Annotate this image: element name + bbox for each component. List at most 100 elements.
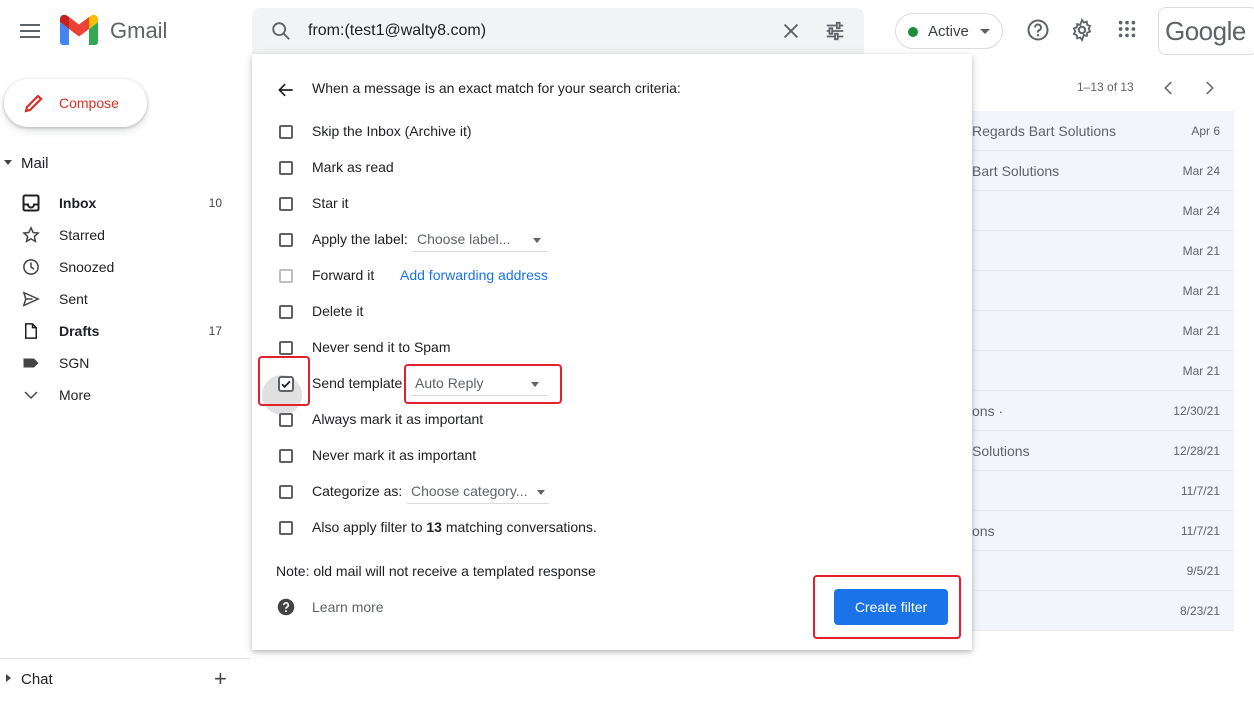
also-apply-prefix: Also apply filter to xyxy=(312,519,427,535)
checkbox[interactable] xyxy=(279,449,293,463)
option-forward[interactable]: Forward it Add forwarding address xyxy=(276,264,936,288)
search-options-icon[interactable] xyxy=(824,20,846,42)
option-delete[interactable]: Delete it xyxy=(276,300,936,324)
sidebar-item-label: More xyxy=(59,387,91,403)
checkbox[interactable] xyxy=(279,521,293,535)
chevron-right-icon[interactable] xyxy=(1200,79,1218,97)
checkbox[interactable] xyxy=(279,161,293,175)
email-row[interactable]: Bart Solutions Mar 24 xyxy=(972,151,1234,191)
chat-section-toggle[interactable]: Chat xyxy=(0,671,60,691)
filter-note: Note: old mail will not receive a templa… xyxy=(276,563,596,579)
filter-dialog-title: When a message is an exact match for you… xyxy=(312,80,681,96)
mail-section-label: Mail xyxy=(21,155,49,172)
sidebar-item-drafts[interactable]: Drafts 17 xyxy=(0,315,240,347)
gmail-logo-icon xyxy=(60,15,98,45)
option-label: Star it xyxy=(312,195,349,211)
option-also-apply[interactable]: Also apply filter to 13 matching convers… xyxy=(276,516,936,540)
close-icon[interactable] xyxy=(780,20,802,42)
checkbox[interactable] xyxy=(279,233,293,247)
option-label: Delete it xyxy=(312,303,364,319)
option-mark-read[interactable]: Mark as read xyxy=(276,156,936,180)
status-button[interactable]: Active xyxy=(895,13,1003,49)
option-label: Send template xyxy=(312,375,403,391)
email-row[interactable]: Mar 21 xyxy=(972,231,1234,271)
status-dot xyxy=(908,27,918,37)
option-star[interactable]: Star it xyxy=(276,192,936,216)
email-date: 11/7/21 xyxy=(1180,484,1220,498)
divider xyxy=(0,658,250,659)
checkbox[interactable] xyxy=(279,341,293,355)
sidebar-item-sgn[interactable]: SGN xyxy=(0,347,240,379)
sidebar-item-sent[interactable]: Sent xyxy=(0,283,240,315)
category-select[interactable]: Choose category... xyxy=(407,480,549,504)
chevron-down-icon xyxy=(24,391,38,400)
email-date: 8/23/21 xyxy=(1179,604,1220,618)
pencil-icon xyxy=(24,94,43,113)
option-label: Mark as read xyxy=(312,159,394,175)
mail-section-toggle[interactable]: Mail xyxy=(0,155,60,175)
main-menu-icon[interactable] xyxy=(18,20,42,44)
email-date: Apr 6 xyxy=(1191,124,1220,138)
option-never-important[interactable]: Never mark it as important xyxy=(276,444,936,468)
option-never-spam[interactable]: Never send it to Spam xyxy=(276,336,936,360)
apps-icon[interactable] xyxy=(1116,18,1138,40)
sidebar-item-starred[interactable]: Starred xyxy=(0,219,240,251)
email-row[interactable]: Mar 21 xyxy=(972,311,1234,351)
send-icon xyxy=(22,291,40,307)
label-select[interactable]: Choose label... xyxy=(413,228,547,252)
search-bar[interactable]: from:(test1@walty8.com) xyxy=(252,8,864,54)
add-chat-icon[interactable]: + xyxy=(214,668,227,690)
email-date: Mar 21 xyxy=(1182,364,1220,378)
checkbox[interactable] xyxy=(279,269,293,283)
checkbox[interactable] xyxy=(279,413,293,427)
email-row[interactable]: Regards Bart Solutions Apr 6 xyxy=(972,111,1234,151)
option-categorize[interactable]: Categorize as: Choose category... xyxy=(276,480,936,504)
search-icon[interactable] xyxy=(270,20,292,42)
option-label: Always mark it as important xyxy=(312,411,484,427)
chevron-left-icon[interactable] xyxy=(1160,79,1178,97)
google-account-button[interactable]: Google xyxy=(1158,7,1254,55)
sidebar-item-more[interactable]: More xyxy=(0,379,240,411)
label-select-value: Choose label... xyxy=(417,231,511,247)
add-forwarding-address-link[interactable]: Add forwarding address xyxy=(400,267,548,283)
option-skip-inbox[interactable]: Skip the Inbox (Archive it) xyxy=(276,120,936,144)
email-row[interactable]: 8/23/21 xyxy=(972,591,1234,631)
gear-icon[interactable] xyxy=(1070,18,1094,42)
learn-more-label: Learn more xyxy=(312,599,384,615)
option-apply-label[interactable]: Apply the label: Choose label... xyxy=(276,228,936,252)
option-label: Apply the label: xyxy=(312,231,408,247)
sidebar-item-label: Inbox xyxy=(59,195,97,211)
email-row[interactable]: Mar 24 xyxy=(972,191,1234,231)
compose-label: Compose xyxy=(59,95,119,111)
checkbox[interactable] xyxy=(279,197,293,211)
email-row[interactable]: ons 11/7/21 xyxy=(972,511,1234,551)
help-icon[interactable] xyxy=(1026,18,1050,42)
highlight-box-checkbox xyxy=(258,356,310,406)
sidebar-item-inbox[interactable]: Inbox 10 xyxy=(0,187,240,219)
email-row[interactable]: Solutions 12/28/21 xyxy=(972,431,1234,471)
compose-button[interactable]: Compose xyxy=(4,79,147,127)
email-date: 12/30/21 xyxy=(1173,404,1220,418)
sidebar-item-snoozed[interactable]: Snoozed xyxy=(0,251,240,283)
option-send-template[interactable]: Send template Auto Reply xyxy=(276,372,936,396)
search-input[interactable]: from:(test1@walty8.com) xyxy=(308,22,486,40)
unread-count: 10 xyxy=(208,196,222,210)
email-row[interactable]: ons · 12/30/21 xyxy=(972,391,1234,431)
back-arrow-icon[interactable] xyxy=(276,80,296,100)
caret-down-icon xyxy=(980,29,990,34)
email-date: Mar 21 xyxy=(1182,284,1220,298)
inbox-icon xyxy=(22,194,40,212)
option-always-important[interactable]: Always mark it as important xyxy=(276,408,936,432)
email-row[interactable]: 9/5/21 xyxy=(972,551,1234,591)
highlight-box-create-filter xyxy=(813,575,961,639)
sidebar-item-label: Snoozed xyxy=(59,259,115,275)
email-date: 11/7/21 xyxy=(1180,524,1220,538)
email-row[interactable]: Mar 21 xyxy=(972,351,1234,391)
checkbox[interactable] xyxy=(279,125,293,139)
draft-count: 17 xyxy=(208,324,222,338)
email-row[interactable]: Mar 21 xyxy=(972,271,1234,311)
checkbox[interactable] xyxy=(279,305,293,319)
email-row[interactable]: 11/7/21 xyxy=(972,471,1234,511)
sidebar-item-label: Starred xyxy=(59,227,105,243)
checkbox[interactable] xyxy=(279,485,293,499)
